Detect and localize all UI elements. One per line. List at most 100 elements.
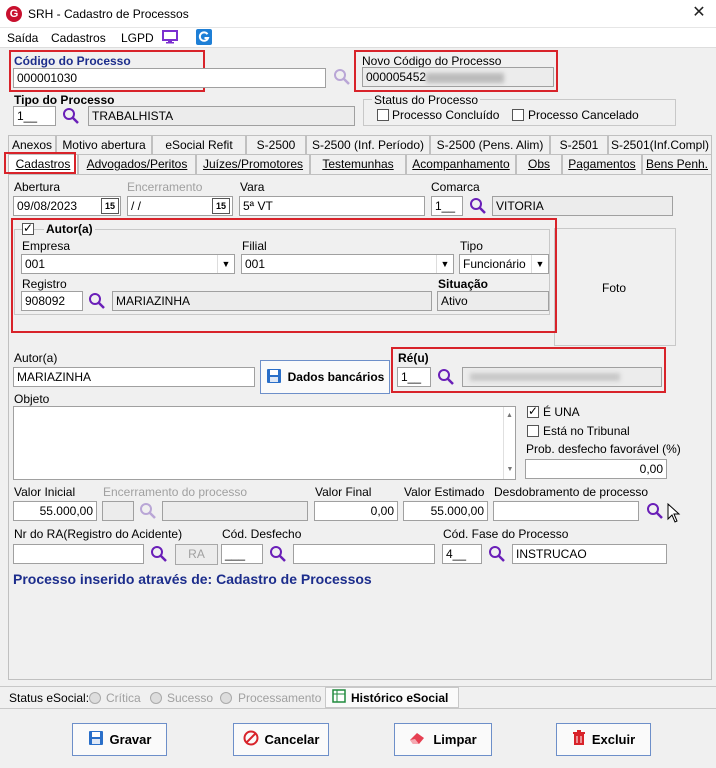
valor-final-label: Valor Final — [315, 485, 372, 499]
nr-ra-input[interactable] — [13, 544, 144, 564]
registro-input[interactable]: 908092 — [21, 291, 83, 311]
filial-select[interactable]: 001 ▼ — [241, 254, 454, 274]
tribunal-label: Está no Tribunal — [543, 424, 630, 438]
title-bar: G SRH - Cadastro de Processos ✕ — [0, 0, 716, 28]
desdobramento-input[interactable] — [493, 501, 639, 521]
tab-acompanhamento[interactable]: Acompanhamento — [406, 154, 516, 174]
close-icon[interactable]: ✕ — [688, 3, 710, 23]
trash-icon — [572, 730, 586, 749]
tab-bens-penh[interactable]: Bens Penh. — [642, 154, 712, 174]
reu-code[interactable]: 1__ — [397, 367, 431, 387]
abertura-calendar-icon[interactable]: 15 — [101, 198, 119, 214]
desdobramento-label: Desdobramento de processo — [494, 485, 649, 499]
comarca-label: Comarca — [431, 180, 480, 194]
spreadsheet-icon — [332, 689, 346, 706]
e-una-checkbox[interactable] — [527, 404, 539, 418]
prob-label: Prob. desfecho favorável (%) — [526, 442, 681, 456]
tab-s2501-inf-compl[interactable]: S-2501(Inf.Compl) — [608, 135, 712, 155]
objeto-label: Objeto — [14, 392, 50, 406]
abertura-label: Abertura — [14, 180, 61, 194]
window-title: SRH - Cadastro de Processos — [28, 7, 189, 21]
critica-label: Crítica — [106, 691, 141, 705]
codigo-search-icon[interactable] — [333, 68, 351, 89]
tab-juizes-promotores[interactable]: Juízes/Promotores — [196, 154, 310, 174]
nr-ra-search-icon[interactable] — [150, 545, 168, 566]
tab-testemunhas[interactable]: Testemunhas — [310, 154, 406, 174]
objeto-scrollbar[interactable]: ▲ ▼ — [503, 407, 515, 479]
autor-name-input[interactable]: MARIAZINHA — [13, 367, 255, 387]
valor-estimado-input[interactable]: 55.000,00 — [403, 501, 488, 521]
cod-fase-code[interactable]: 4__ — [442, 544, 482, 564]
desdobramento-search-icon[interactable] — [646, 502, 664, 523]
historico-esocial-button[interactable]: Histórico eSocial — [325, 687, 459, 708]
excluir-button[interactable]: Excluir — [556, 723, 651, 756]
cancelado-label: Processo Cancelado — [528, 108, 639, 122]
concluido-label: Processo Concluído — [392, 108, 500, 122]
tab-pagamentos[interactable]: Pagamentos — [562, 154, 642, 174]
limpar-button[interactable]: Limpar — [394, 723, 492, 756]
tab-s2501[interactable]: S-2501 — [550, 135, 608, 155]
tab-s2500[interactable]: S-2500 — [246, 135, 306, 155]
app-logo-icon: G — [6, 6, 22, 22]
tabs-row-2: Cadastros Advogados/Peritos Juízes/Promo… — [8, 154, 712, 174]
reu-desc — [462, 367, 662, 387]
gravar-button[interactable]: Gravar — [72, 723, 167, 756]
cod-desfecho-search-icon[interactable] — [269, 545, 287, 566]
status-bar: Status eSocial: Crítica Sucesso Processa… — [0, 686, 716, 708]
concluido-checkbox[interactable] — [377, 109, 389, 121]
valor-inicial-label: Valor Inicial — [14, 485, 76, 499]
cancelado-checkbox[interactable] — [512, 109, 524, 121]
cod-desfecho-input[interactable]: ___ — [221, 544, 263, 564]
cod-fase-desc[interactable]: INSTRUCAO — [512, 544, 667, 564]
cadastros-tab-highlight-box — [4, 152, 76, 174]
valor-inicial-input[interactable]: 55.000,00 — [13, 501, 97, 521]
tab-s2500-inf-periodo[interactable]: S-2500 (Inf. Período) — [306, 135, 430, 155]
autor-checkbox[interactable] — [22, 221, 34, 235]
tipo-processo-label: Tipo do Processo — [14, 93, 115, 107]
tipo-processo-desc: TRABALHISTA — [88, 106, 355, 126]
encerramento-value: / / — [131, 199, 142, 213]
tab-esocial-refit[interactable]: eSocial Refit — [152, 135, 246, 155]
comarca-code[interactable]: 1__ — [431, 196, 463, 216]
reu-search-icon[interactable] — [437, 368, 455, 389]
comarca-search-icon[interactable] — [469, 197, 487, 218]
valor-final-input[interactable]: 0,00 — [314, 501, 398, 521]
cod-fase-search-icon[interactable] — [488, 545, 506, 566]
menu-lgpd[interactable]: LGPD — [121, 31, 154, 45]
g-app-icon[interactable] — [196, 29, 212, 45]
tipo-processo-search-icon[interactable] — [62, 107, 80, 128]
processamento-label: Processamento — [238, 691, 322, 705]
tab-obs[interactable]: Obs — [516, 154, 562, 174]
prob-input[interactable]: 0,00 — [525, 459, 667, 479]
registro-search-icon[interactable] — [88, 292, 106, 313]
gravar-label: Gravar — [109, 732, 152, 747]
cod-desfecho-desc[interactable] — [293, 544, 435, 564]
dados-bancarios-button[interactable]: Dados bancários — [260, 360, 390, 394]
empresa-select[interactable]: 001 ▼ — [21, 254, 235, 274]
tab-s2500-pens-alim[interactable]: S-2500 (Pens. Alim) — [430, 135, 550, 155]
menu-cadastros[interactable]: Cadastros — [51, 31, 106, 45]
inserted-note: Processo inserido através de: Cadastro d… — [13, 571, 372, 587]
processamento-radio — [220, 692, 232, 704]
autor-name-label: Autor(a) — [14, 351, 58, 365]
sucesso-radio — [150, 692, 162, 704]
novo-codigo-input: 000005452 — [362, 67, 554, 87]
tab-advogados-peritos[interactable]: Advogados/Peritos — [78, 154, 196, 174]
tipo-processo-code[interactable]: 1__ — [13, 106, 56, 126]
tipo-select[interactable]: Funcionário ▼ — [459, 254, 549, 274]
ra-button[interactable]: RA — [175, 544, 218, 565]
situacao-label: Situação — [438, 277, 489, 291]
codigo-input[interactable]: 000001030 — [13, 68, 326, 88]
cancelar-button[interactable]: Cancelar — [233, 723, 329, 756]
tipo-value: Funcionário — [463, 257, 526, 271]
menu-bar: Saída Cadastros LGPD — [0, 28, 716, 48]
vara-label: Vara — [240, 180, 265, 194]
encerramento-calendar-icon[interactable]: 15 — [212, 198, 230, 214]
novo-codigo-label: Novo Código do Processo — [362, 54, 502, 68]
monitor-icon[interactable] — [162, 30, 178, 44]
menu-saida[interactable]: Saída — [7, 31, 38, 45]
objeto-textarea[interactable]: ▲ ▼ — [13, 406, 516, 480]
vara-input[interactable]: 5ª VT — [239, 196, 425, 216]
cancel-icon — [243, 730, 259, 749]
tribunal-checkbox[interactable] — [527, 425, 539, 437]
